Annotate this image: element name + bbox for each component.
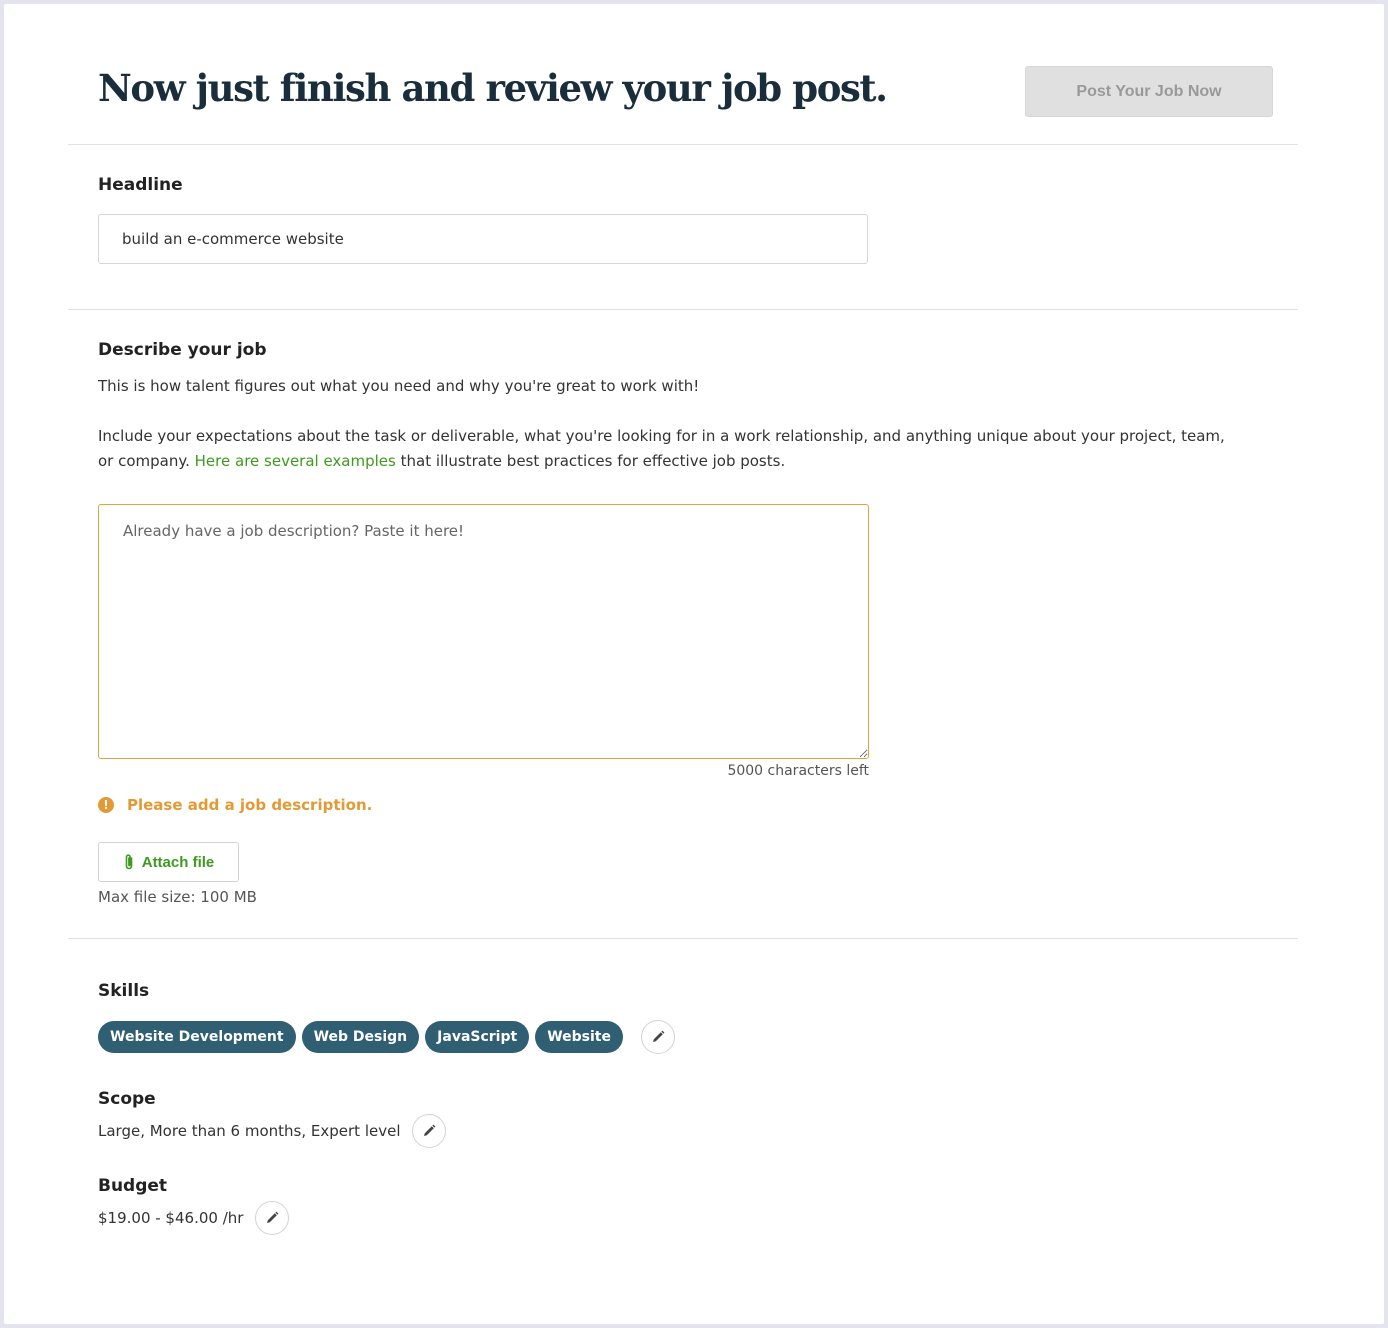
description-guidance: Include your expectations about the task… — [98, 424, 1238, 474]
max-file-size: Max file size: 100 MB — [98, 888, 257, 906]
skills-list: Website Development Web Design JavaScrip… — [98, 1020, 675, 1054]
page-container: Now just finish and review your job post… — [4, 4, 1384, 1324]
exclamation-circle-icon: ! — [98, 797, 114, 813]
skills-label: Skills — [98, 981, 150, 1001]
divider — [68, 144, 1298, 145]
description-warning: ! Please add a job description. — [98, 796, 372, 814]
skill-chip: Website — [535, 1021, 623, 1053]
description-intro: This is how talent figures out what you … — [98, 377, 700, 395]
headline-input[interactable] — [98, 214, 868, 264]
scope-row: Large, More than 6 months, Expert level — [98, 1114, 447, 1148]
scope-label: Scope — [98, 1089, 156, 1109]
attach-file-button[interactable]: Attach file — [98, 842, 239, 882]
budget-value: $19.00 - $46.00 /hr — [98, 1209, 244, 1227]
warning-text: Please add a job description. — [127, 796, 373, 814]
edit-skills-button[interactable] — [640, 1020, 675, 1054]
pencil-icon — [267, 1211, 279, 1223]
divider — [68, 309, 1298, 310]
paperclip-icon — [125, 854, 133, 870]
skill-chip: Website Development — [98, 1021, 296, 1053]
divider — [68, 938, 1298, 939]
skill-chip: JavaScript — [425, 1021, 530, 1053]
character-counter: 5000 characters left — [727, 763, 869, 779]
examples-link[interactable]: Here are several examples — [195, 452, 396, 470]
guidance-text: that illustrate best practices for effec… — [395, 452, 786, 470]
page-title: Now just finish and review your job post… — [98, 66, 888, 110]
edit-scope-button[interactable] — [412, 1114, 447, 1148]
attach-file-label: Attach file — [141, 853, 215, 871]
pencil-icon — [652, 1030, 665, 1042]
budget-row: $19.00 - $46.00 /hr — [98, 1201, 290, 1235]
edit-budget-button[interactable] — [255, 1201, 290, 1235]
post-job-button[interactable]: Post Your Job Now — [1025, 66, 1273, 117]
pencil-icon — [424, 1124, 436, 1136]
job-description-textarea[interactable] — [98, 504, 869, 759]
budget-label: Budget — [98, 1176, 168, 1196]
skill-chip: Web Design — [301, 1021, 420, 1053]
headline-label: Headline — [98, 175, 183, 195]
scope-value: Large, More than 6 months, Expert level — [98, 1122, 401, 1140]
describe-job-label: Describe your job — [98, 340, 267, 360]
